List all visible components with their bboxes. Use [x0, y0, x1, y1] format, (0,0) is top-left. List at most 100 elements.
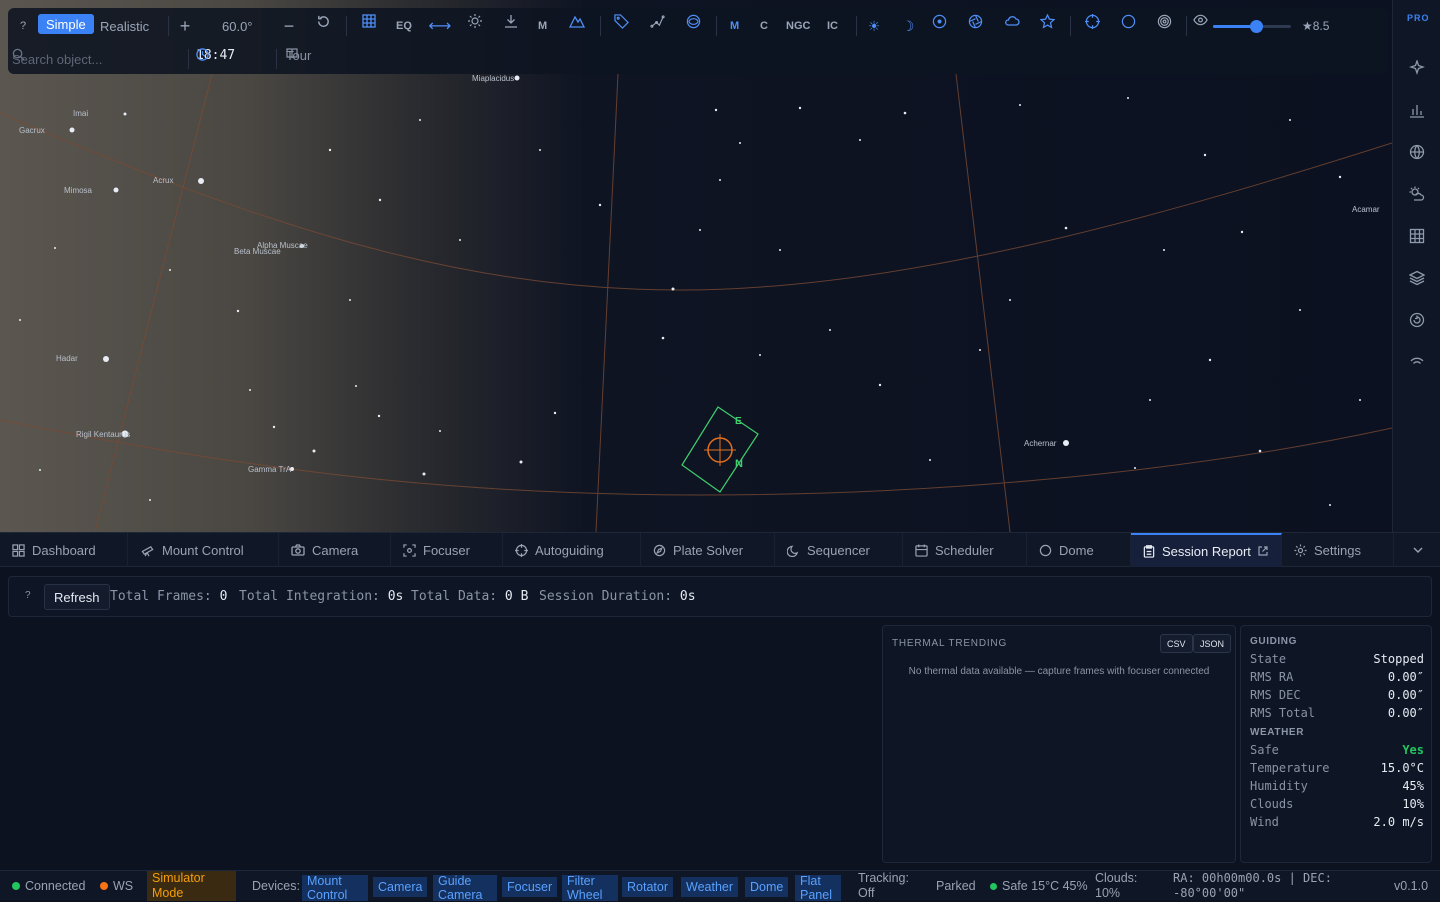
- report-help-button[interactable]: ?: [25, 590, 31, 601]
- device-weather[interactable]: Weather: [681, 877, 739, 897]
- star-label-hadar: Hadar: [56, 354, 78, 363]
- circle-fov-icon[interactable]: [1121, 14, 1137, 38]
- device-rotator[interactable]: Rotator: [622, 877, 673, 897]
- sparkle-icon[interactable]: [1407, 58, 1427, 78]
- cloud-icon[interactable]: [1004, 14, 1020, 38]
- row-key: State: [1250, 652, 1287, 666]
- device-filter-wheel[interactable]: Filter Wheel: [562, 874, 618, 902]
- constellation-icon[interactable]: [650, 14, 666, 38]
- catalog-m-button[interactable]: M: [730, 14, 739, 38]
- magnitude-value: ★8.5: [1302, 19, 1330, 33]
- tag-icon[interactable]: [614, 14, 630, 38]
- zoom-out-icon[interactable]: −: [280, 14, 298, 38]
- help-button[interactable]: ?: [16, 14, 30, 38]
- mode-realistic-button[interactable]: Realistic: [100, 14, 149, 38]
- popout-icon[interactable]: [1258, 546, 1268, 556]
- horizon-toggle-icon[interactable]: ⟷: [429, 14, 452, 38]
- star-label-gamma-tra: Gamma TrA: [248, 465, 292, 474]
- tab-sequencer[interactable]: Sequencer: [775, 533, 903, 567]
- refresh-button[interactable]: Refresh: [44, 584, 110, 610]
- toolbar-divider: [856, 16, 857, 36]
- simulator-mode-badge[interactable]: Simulator Mode: [147, 871, 236, 901]
- mode-simple-button[interactable]: Simple: [38, 14, 94, 34]
- layers-icon[interactable]: [1407, 268, 1427, 288]
- row-value: 0.00″: [1387, 670, 1424, 684]
- tab-scheduler[interactable]: Scheduler: [903, 533, 1027, 567]
- grid-toggle-icon[interactable]: [362, 14, 378, 38]
- table-grid-icon[interactable]: [1407, 226, 1427, 246]
- row-value: 45%: [1402, 779, 1424, 793]
- device-camera[interactable]: Camera: [373, 877, 428, 897]
- ws-dot-icon: [100, 882, 108, 890]
- row-value: Yes: [1402, 743, 1424, 757]
- sun-toggle-icon[interactable]: ☀: [866, 14, 882, 38]
- star-label-acamar: Acamar: [1352, 205, 1380, 214]
- device-flat-panel[interactable]: Flat Panel: [795, 874, 841, 902]
- aperture-icon[interactable]: [968, 14, 984, 38]
- histogram-icon[interactable]: [1407, 100, 1427, 120]
- catalog-ngc-button[interactable]: NGC: [786, 14, 810, 38]
- export-json-button[interactable]: JSON: [1193, 634, 1232, 653]
- tab-session-report[interactable]: Session Report: [1131, 533, 1282, 567]
- target-icon[interactable]: [1157, 14, 1173, 38]
- globe-icon[interactable]: [1407, 142, 1427, 162]
- tab-autoguiding[interactable]: Autoguiding: [503, 533, 641, 567]
- total-frames-label: Total Frames:: [110, 589, 212, 604]
- device-mount-control[interactable]: Mount Control: [302, 874, 368, 902]
- tab-settings[interactable]: Settings: [1282, 533, 1394, 567]
- device-guide-camera[interactable]: Guide Camera: [433, 874, 497, 902]
- tab-mount-control[interactable]: Mount Control: [129, 533, 279, 567]
- tab-focuser[interactable]: Focuser: [391, 533, 503, 567]
- mountain-icon[interactable]: [569, 14, 585, 38]
- tab-dashboard[interactable]: Dashboard: [0, 533, 128, 567]
- tab-dome[interactable]: Dome: [1027, 533, 1131, 567]
- camera-icon: [291, 544, 305, 556]
- star-label-beta-muscae: Beta Muscae: [234, 247, 281, 256]
- row-key: Temperature: [1250, 761, 1330, 775]
- collapse-chevron-icon[interactable]: [1412, 543, 1424, 561]
- catalog-ic-button[interactable]: IC: [827, 14, 838, 38]
- time-display[interactable]: 18:47: [196, 48, 235, 63]
- magnitude-slider-handle[interactable]: [1249, 20, 1263, 33]
- row-key: RMS RA: [1250, 670, 1294, 684]
- sky-view[interactable]: Miaplacidus Imai Gacrux Acrux Mimosa Alp…: [0, 0, 1392, 532]
- search-input[interactable]: Search object...: [12, 52, 102, 67]
- download-icon[interactable]: [504, 14, 520, 38]
- safety-status: Safe 15°C 45%: [990, 871, 1088, 901]
- row-key: Clouds: [1250, 797, 1294, 811]
- planet-icon[interactable]: [932, 14, 948, 38]
- reset-view-icon[interactable]: [316, 14, 334, 38]
- tab-label: Session Report: [1162, 543, 1251, 559]
- moon-toggle-icon[interactable]: ☽: [900, 14, 916, 38]
- catalog-c-button[interactable]: C: [760, 14, 768, 38]
- export-csv-button[interactable]: CSV: [1160, 634, 1193, 653]
- tour-button[interactable]: Tour: [286, 48, 311, 63]
- refresh-circle-icon[interactable]: [1407, 310, 1427, 330]
- magnitude-slider[interactable]: [1213, 20, 1291, 33]
- eq-grid-button[interactable]: EQ: [396, 14, 412, 38]
- total-integration-stat: Total Integration: 0s: [239, 589, 403, 604]
- star-favorite-icon[interactable]: [1040, 14, 1056, 38]
- device-dome[interactable]: Dome: [745, 877, 789, 897]
- search-icon: [12, 48, 25, 61]
- total-data-value: 0 B: [504, 589, 529, 604]
- connected-label: Connected: [25, 879, 86, 893]
- search-box[interactable]: Search object...: [12, 48, 182, 70]
- ra-dec-readout: RA: 00h00m00.0s | DEC: -80°00'00": [1173, 871, 1332, 900]
- m-toggle-button[interactable]: M: [538, 14, 547, 38]
- crosshair-icon: [515, 543, 528, 557]
- signal-icon[interactable]: [1407, 352, 1427, 366]
- sky-canvas[interactable]: Miaplacidus Imai Gacrux Acrux Mimosa Alp…: [0, 0, 1392, 532]
- tab-plate-solver[interactable]: Plate Solver: [641, 533, 775, 567]
- row-key: RMS Total: [1250, 706, 1316, 720]
- crosshair-icon[interactable]: [1085, 14, 1101, 38]
- star-label-rigil: Rigil Kentaurus: [76, 430, 130, 439]
- tab-camera[interactable]: Camera: [279, 533, 391, 567]
- connection-status: Connected: [12, 871, 85, 901]
- right-tool-rail: PRO: [1392, 0, 1440, 532]
- zoom-in-icon[interactable]: +: [176, 14, 194, 38]
- galaxy-icon[interactable]: [686, 14, 702, 38]
- device-focuser[interactable]: Focuser: [502, 877, 558, 897]
- sun-icon[interactable]: [468, 14, 484, 38]
- weather-sun-cloud-icon[interactable]: [1407, 184, 1427, 204]
